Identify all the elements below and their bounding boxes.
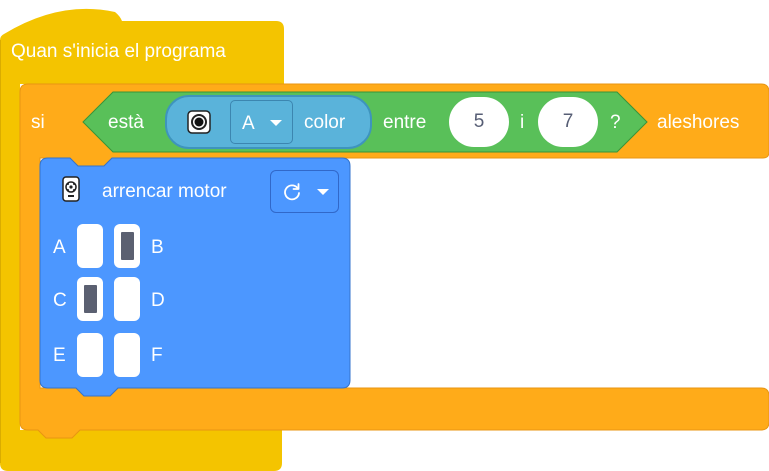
port-label-f: F	[151, 345, 163, 366]
port-label-a: A	[53, 237, 66, 258]
port-e-toggle[interactable]	[77, 333, 103, 377]
port-b-selected-indicator	[121, 232, 134, 260]
port-label-b: B	[151, 237, 164, 258]
clockwise-arrow-icon	[284, 183, 300, 201]
port-b-toggle[interactable]	[114, 224, 140, 268]
port-c-toggle[interactable]	[77, 277, 103, 321]
port-a-toggle[interactable]	[77, 224, 103, 268]
port-label-e: E	[53, 345, 66, 366]
port-c-selected-indicator	[84, 285, 97, 313]
motor-block-label: arrencar motor	[102, 181, 227, 202]
motor-icon	[62, 176, 80, 202]
port-f-toggle[interactable]	[114, 333, 140, 377]
direction-dropdown[interactable]	[270, 170, 339, 213]
port-d-toggle[interactable]	[114, 277, 140, 321]
port-label-c: C	[53, 290, 67, 311]
chevron-down-icon	[317, 189, 329, 195]
port-label-d: D	[151, 290, 165, 311]
